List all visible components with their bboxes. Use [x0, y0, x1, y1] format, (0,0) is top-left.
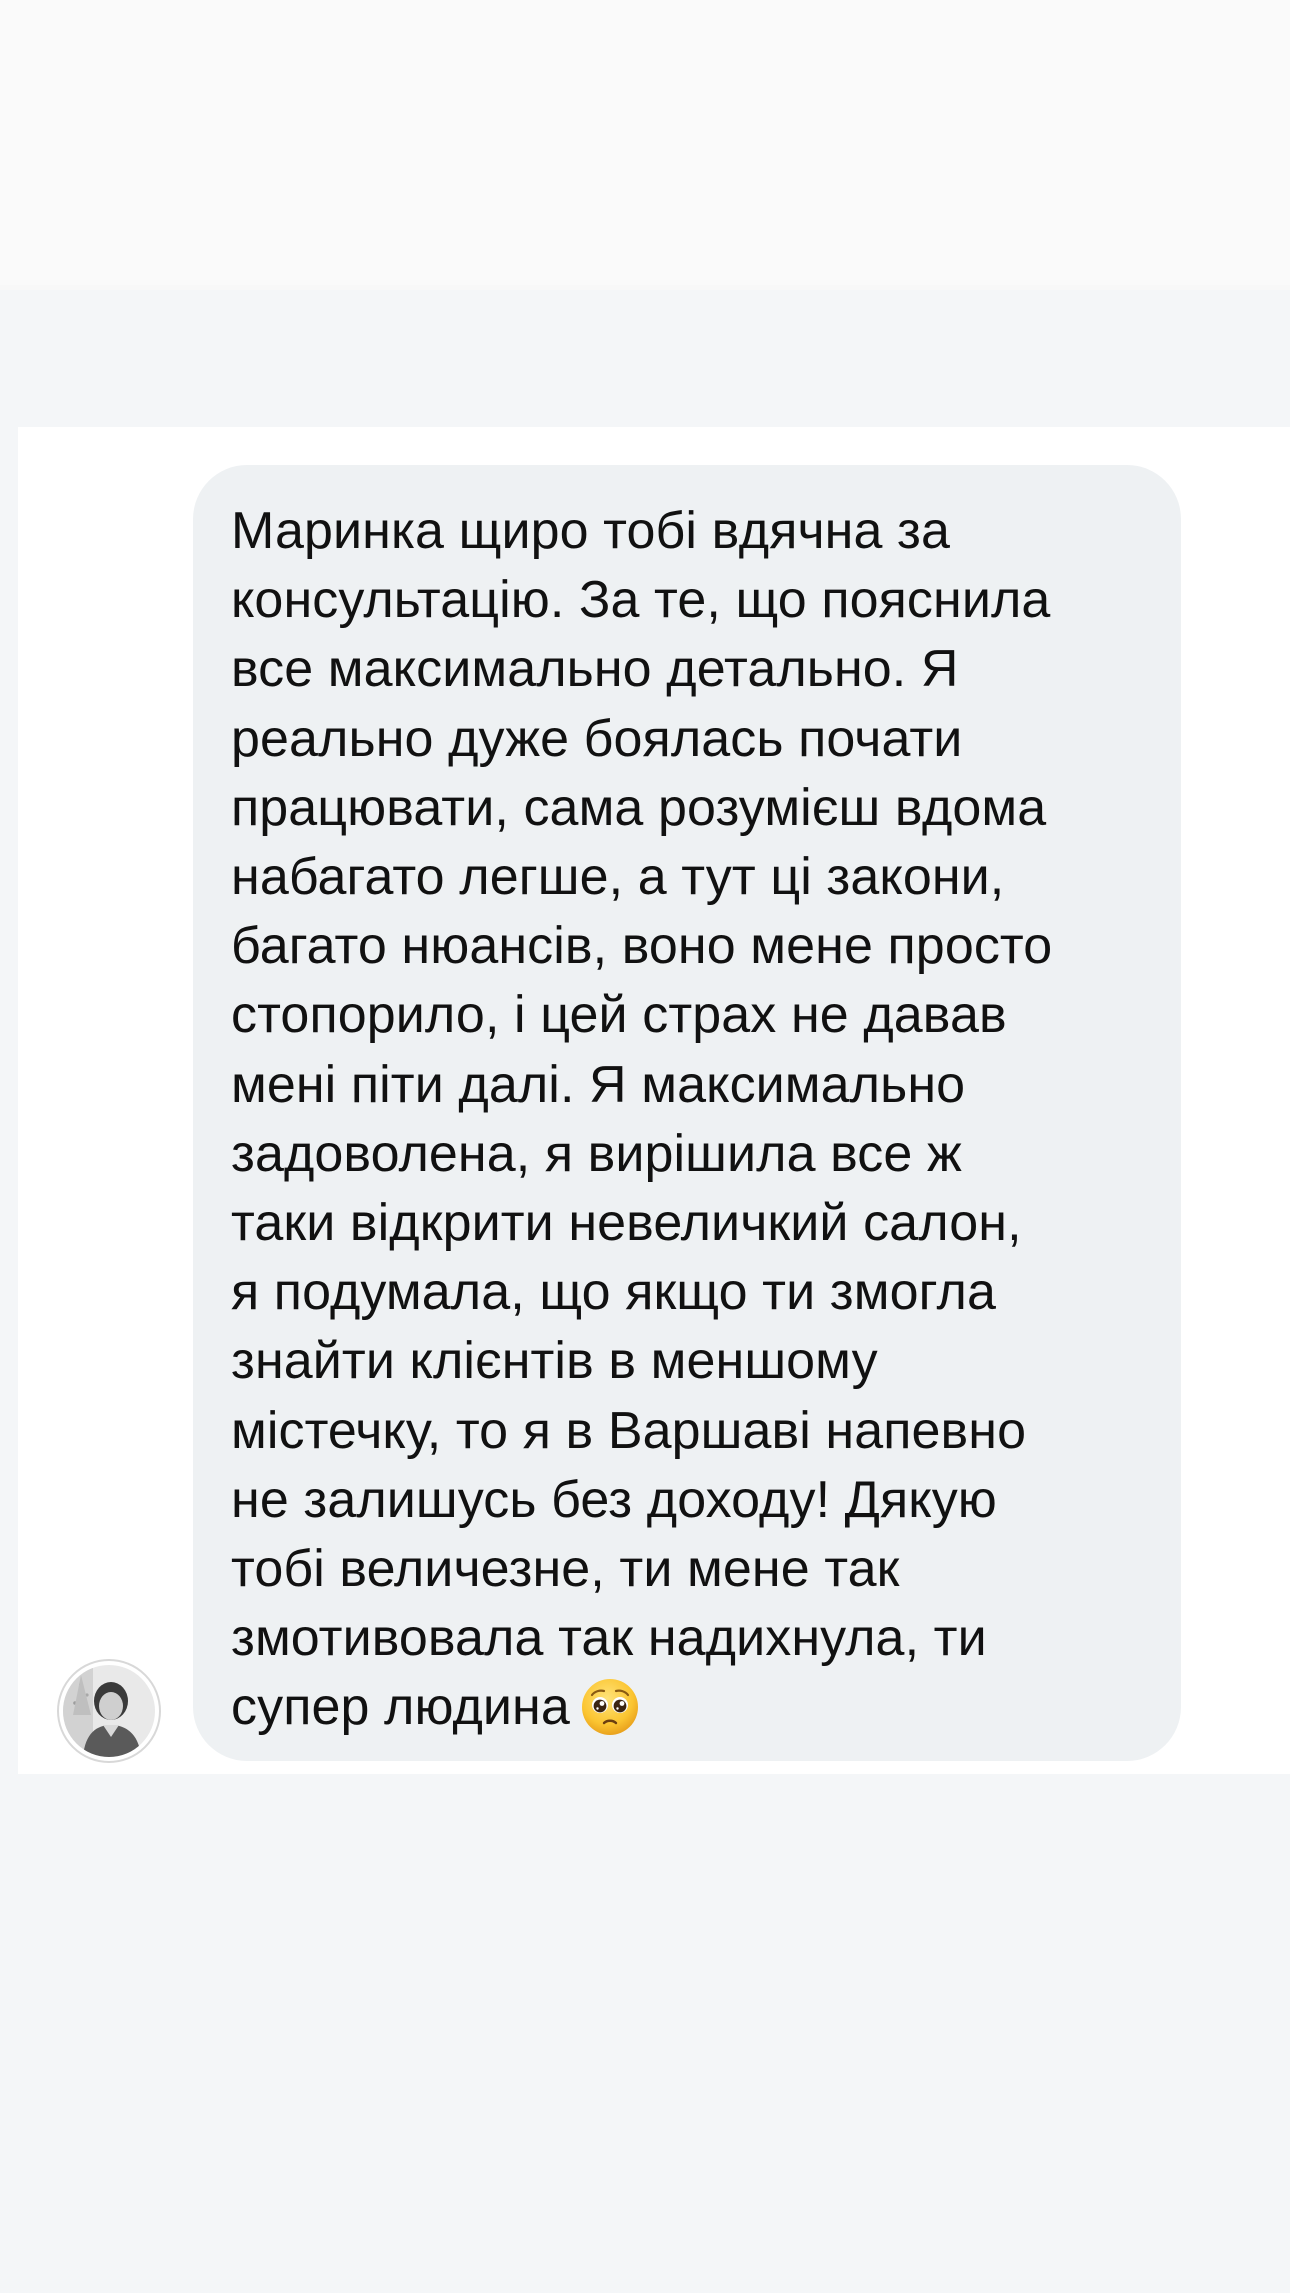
message-bubble[interactable]: Маринка щиро тобі вдячна за консультацію… [193, 465, 1181, 1761]
message-text: Маринка щиро тобі вдячна за консультацію… [231, 497, 1141, 1743]
avatar-photo-icon [63, 1665, 155, 1757]
sender-avatar[interactable] [57, 1659, 161, 1763]
top-area-fill [0, 0, 1290, 285]
message-text-content: Маринка щиро тобі вдячна за консультацію… [231, 502, 1053, 1737]
top-area [0, 0, 1290, 290]
pleading-face-icon [580, 1677, 640, 1737]
